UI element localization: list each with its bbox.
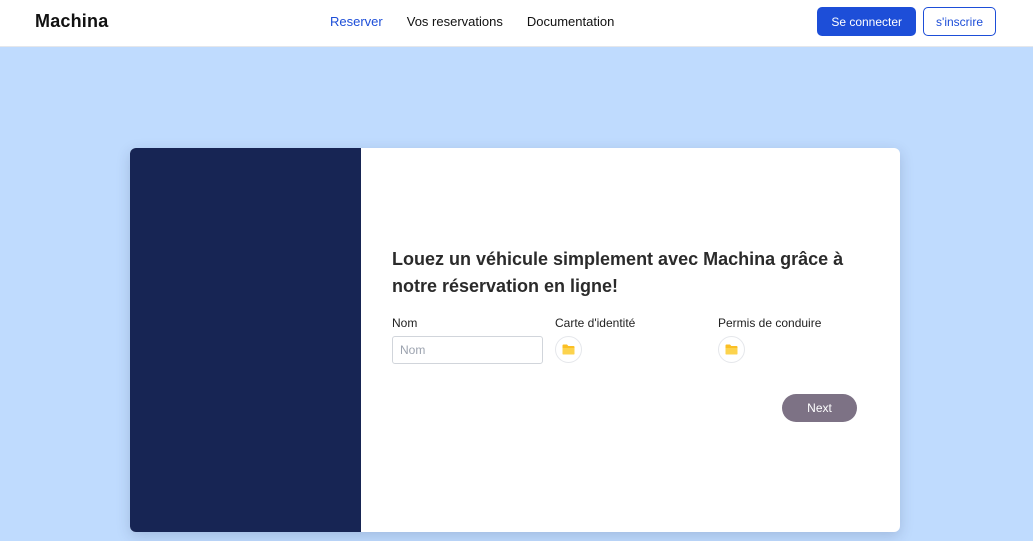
name-label: Nom	[392, 316, 418, 330]
id-card-upload-button[interactable]	[555, 336, 582, 363]
id-card-label: Carte d'identité	[555, 316, 636, 330]
license-label: Permis de conduire	[718, 316, 822, 330]
nav-link-vos-reservations[interactable]: Vos reservations	[407, 14, 503, 29]
auth-actions: Se connecter s'inscrire	[817, 7, 996, 36]
nav-link-reserver[interactable]: Reserver	[330, 14, 383, 29]
card-side-panel	[130, 148, 361, 532]
login-button[interactable]: Se connecter	[817, 7, 917, 36]
form-heading: Louez un véhicule simplement avec Machin…	[392, 249, 844, 296]
main-nav: Reserver Vos reservations Documentation	[330, 14, 614, 29]
brand-logo[interactable]: Machina	[35, 11, 108, 32]
name-input[interactable]	[392, 336, 543, 364]
folder-icon	[562, 344, 575, 355]
id-card-field-group: Carte d'identité	[555, 316, 635, 363]
name-field-group: Nom	[392, 316, 543, 364]
top-navbar: Machina Reserver Vos reservations Docume…	[0, 0, 1033, 47]
nav-link-documentation[interactable]: Documentation	[527, 14, 614, 29]
reservation-card: Louez un véhicule simplement avec Machin…	[130, 148, 900, 532]
license-upload-button[interactable]	[718, 336, 745, 363]
license-field-group: Permis de conduire	[718, 316, 821, 363]
reservation-form: Louez un véhicule simplement avec Machin…	[361, 148, 900, 532]
folder-icon	[725, 344, 738, 355]
next-button[interactable]: Next	[782, 394, 857, 422]
signup-button[interactable]: s'inscrire	[923, 7, 996, 36]
